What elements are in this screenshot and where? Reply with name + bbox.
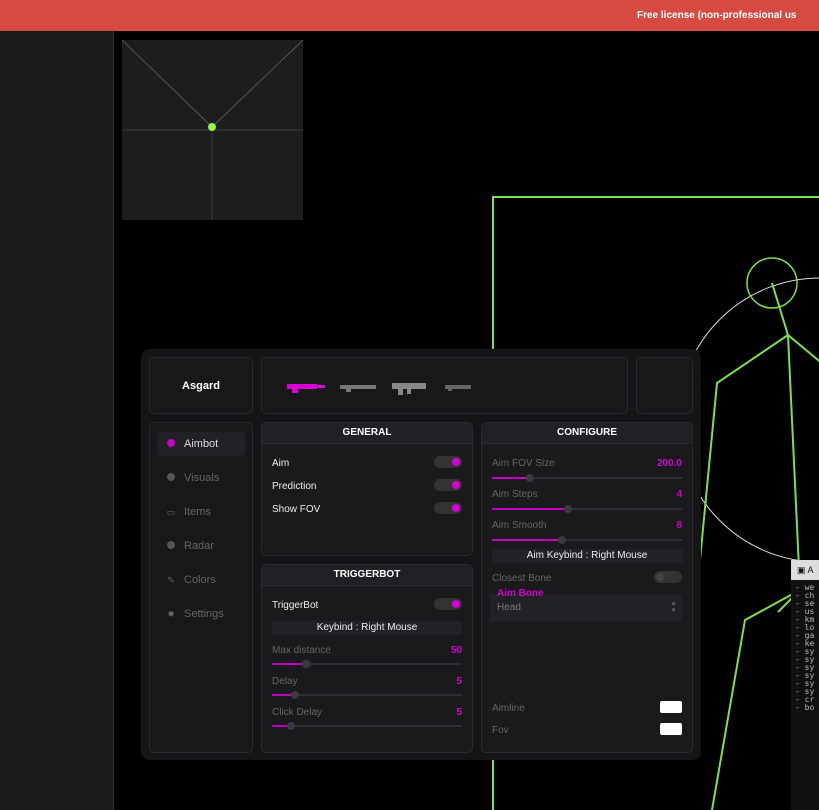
nav-colors[interactable]: ✎ Colors xyxy=(157,568,245,592)
aim-smooth-row: Aim Smooth 8 xyxy=(492,520,682,531)
brush-icon: ✎ xyxy=(167,574,175,585)
box-icon: ▭ xyxy=(166,506,176,517)
radar-player-dot xyxy=(208,123,216,131)
eye-icon xyxy=(163,473,179,483)
extra-box xyxy=(636,357,693,414)
aim-bone-value: Head xyxy=(497,602,521,613)
click-delay-value: 5 xyxy=(456,707,462,718)
aimline-color-swatch[interactable] xyxy=(660,701,682,713)
radar-icon xyxy=(163,541,179,551)
console-log: - we - ch - se - us - km - lo - ga - ke - sy… xyxy=(795,583,815,712)
console-window[interactable]: ▣ A - we - ch - se - us - km - lo - ga - ke … xyxy=(791,560,819,810)
handle-icon: ● ● xyxy=(671,599,676,614)
nav-radar[interactable]: Radar xyxy=(157,534,245,558)
skeleton-right-arm xyxy=(787,334,819,363)
target-icon xyxy=(163,439,179,449)
general-title: GENERAL xyxy=(262,423,472,444)
aim-smooth-value: 8 xyxy=(676,520,682,531)
aim-keybind-button[interactable]: Aim Keybind : Right Mouse xyxy=(492,549,682,563)
assault-rifle-icon[interactable] xyxy=(392,383,426,395)
console-title: ▣ A xyxy=(791,560,819,580)
brand-box: Asgard xyxy=(149,357,253,414)
nav-visuals[interactable]: Visuals xyxy=(157,466,245,490)
rifle-icon[interactable] xyxy=(287,384,325,393)
configure-section: CONFIGURE Aim FOV Size 200.0 Aim Steps 4… xyxy=(481,422,693,753)
aim-bone-select[interactable]: Aim Bone Head ● ● xyxy=(490,588,682,622)
aim-steps-row: Aim Steps 4 xyxy=(492,489,682,500)
prediction-toggle[interactable] xyxy=(434,479,462,491)
closest-bone-toggle[interactable] xyxy=(654,571,682,583)
trigger-keybind-button[interactable]: Keybind : Right Mouse xyxy=(272,621,462,635)
fov-size-value: 200.0 xyxy=(656,458,682,469)
mini-radar xyxy=(121,39,304,220)
sniper-icon[interactable] xyxy=(340,385,376,392)
general-section: GENERAL Aim Prediction Show FOV xyxy=(261,422,473,556)
aimline-row: Aimline xyxy=(492,701,682,714)
sidebar: Aimbot Visuals ▭ Items Radar ✎ Colors ✹ … xyxy=(149,422,253,753)
aim-smooth-slider[interactable] xyxy=(492,536,682,544)
fov-size-slider[interactable] xyxy=(492,474,682,482)
closest-bone-row: Closest Bone xyxy=(492,571,682,584)
delay-row: Delay 5 xyxy=(272,676,462,687)
nav-aimbot[interactable]: Aimbot xyxy=(157,432,245,456)
skeleton-left-leg xyxy=(711,589,801,810)
fov-size-row: Aim FOV Size 200.0 xyxy=(492,458,682,469)
show-fov-toggle[interactable] xyxy=(434,502,462,514)
triggerbot-row: TriggerBot xyxy=(272,598,462,611)
triggerbot-title: TRIGGERBOT xyxy=(262,565,472,586)
max-distance-slider[interactable] xyxy=(272,660,462,668)
prediction-row: Prediction xyxy=(272,479,462,492)
delay-value: 5 xyxy=(456,676,462,687)
fov-color-swatch[interactable] xyxy=(660,723,682,735)
fov-color-row: Fov xyxy=(492,723,682,736)
aim-steps-value: 4 xyxy=(676,489,682,500)
skeleton-left-arm xyxy=(699,334,789,561)
delay-slider[interactable] xyxy=(272,691,462,699)
pistol-icon[interactable] xyxy=(445,385,471,391)
aim-row: Aim xyxy=(272,456,462,469)
show-fov-row: Show FOV xyxy=(272,502,462,515)
triggerbot-section: TRIGGERBOT TriggerBot Keybind : Right Mo… xyxy=(261,564,473,753)
skeleton-spine xyxy=(771,282,801,591)
aim-bone-label: Aim Bone xyxy=(497,588,544,599)
click-delay-slider[interactable] xyxy=(272,722,462,730)
gear-icon: ✹ xyxy=(167,608,175,619)
cheat-menu: Asgard Aimbot Visuals ▭ Items Radar ✎ Co… xyxy=(141,349,701,760)
nav-items[interactable]: ▭ Items xyxy=(157,500,245,524)
aim-steps-slider[interactable] xyxy=(492,505,682,513)
weapon-tabs xyxy=(261,357,628,414)
max-distance-row: Max distance 50 xyxy=(272,645,462,656)
brand-title: Asgard xyxy=(182,379,220,392)
aim-toggle[interactable] xyxy=(434,456,462,468)
click-delay-row: Click Delay 5 xyxy=(272,707,462,718)
configure-title: CONFIGURE xyxy=(482,423,692,444)
max-distance-value: 50 xyxy=(450,645,462,656)
triggerbot-toggle[interactable] xyxy=(434,598,462,610)
nav-settings[interactable]: ✹ Settings xyxy=(157,602,245,626)
